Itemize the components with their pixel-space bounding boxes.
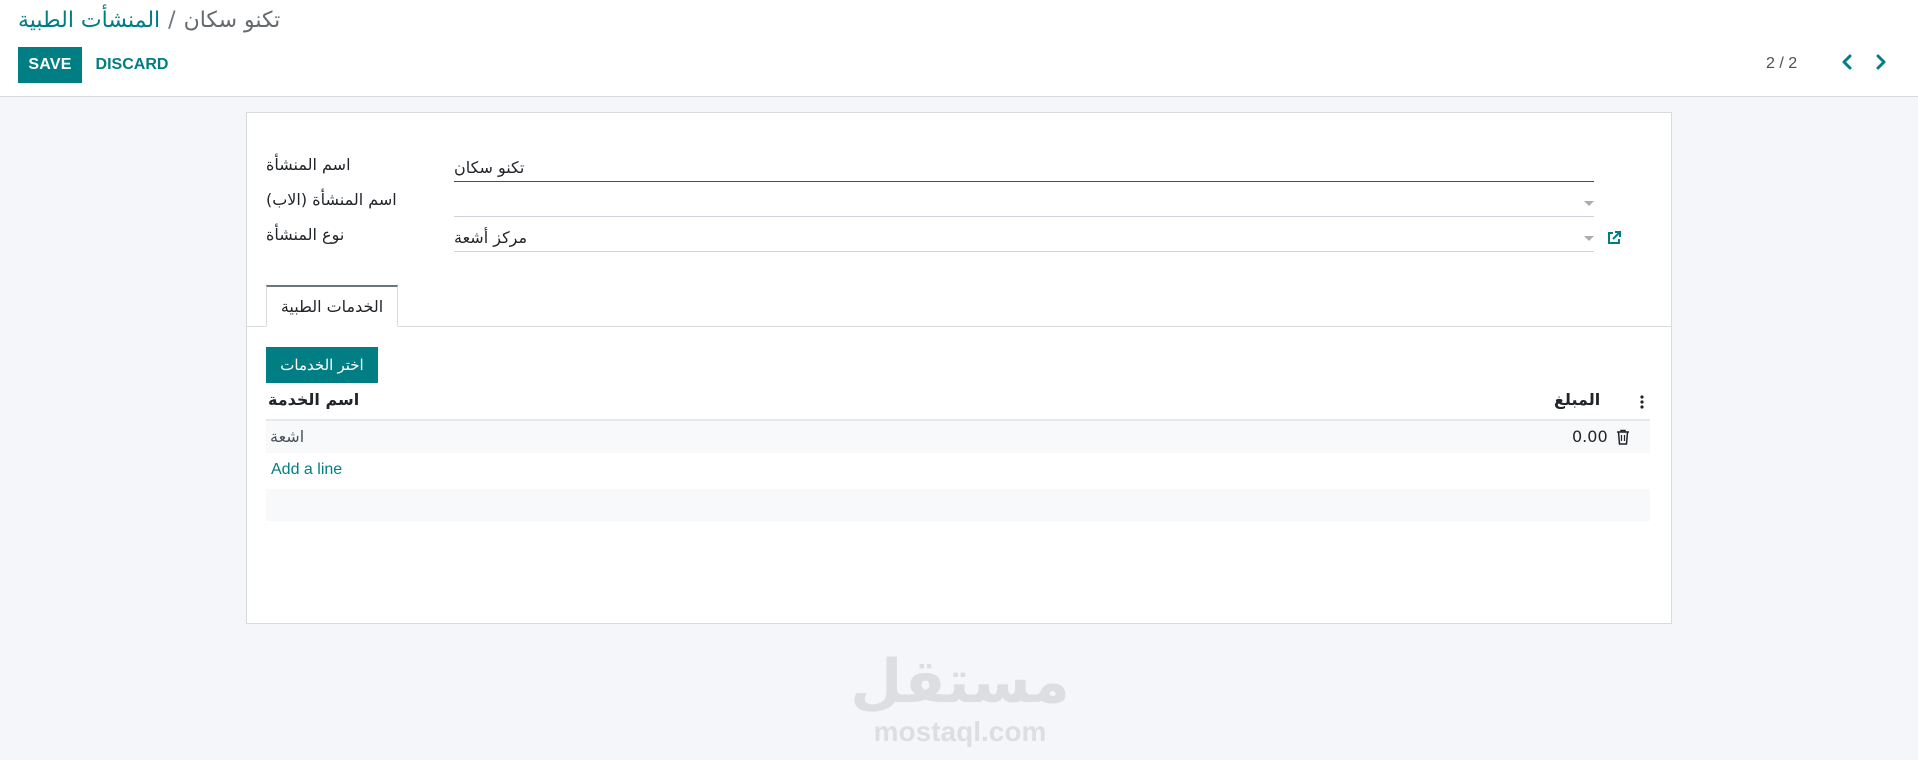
empty-table-row bbox=[266, 489, 1650, 521]
chevron-left-icon bbox=[1841, 54, 1853, 74]
watermark-latin: mostaql.com bbox=[873, 716, 1047, 747]
breadcrumb-current: تكنو سكان bbox=[183, 7, 281, 33]
parent-facility-label: اسم المنشأة (الاب) bbox=[266, 190, 397, 209]
save-button[interactable]: SAVE bbox=[18, 47, 82, 83]
facility-name-label: اسم المنشأة bbox=[266, 155, 351, 174]
watermark-arabic: مستقل bbox=[850, 647, 1070, 717]
facility-type-label: نوع المنشأة bbox=[266, 225, 345, 244]
tabs-divider bbox=[247, 326, 1671, 327]
caret-down-icon bbox=[1584, 236, 1594, 241]
watermark-logo: مستقل mostaql.com bbox=[850, 648, 1069, 748]
discard-button[interactable]: DISCARD bbox=[88, 47, 176, 83]
control-panel: المنشأت الطبية / تكنو سكان SAVE DISCARD … bbox=[0, 0, 1918, 97]
pager-next-button[interactable] bbox=[1866, 50, 1896, 78]
tab-medical-services[interactable]: الخدمات الطبية bbox=[266, 285, 398, 327]
external-link-icon[interactable] bbox=[1604, 228, 1624, 248]
caret-down-icon bbox=[1584, 201, 1594, 206]
parent-facility-select[interactable] bbox=[454, 189, 1594, 217]
service-name-cell[interactable]: اشعة bbox=[270, 427, 304, 446]
chevron-right-icon bbox=[1875, 54, 1887, 74]
facility-name-value: تكنو سكان bbox=[454, 158, 525, 177]
amount-cell[interactable]: 0.00 bbox=[1572, 427, 1608, 446]
breadcrumb: المنشأت الطبية / تكنو سكان bbox=[18, 4, 280, 36]
facility-type-value: مركز أشعة bbox=[454, 228, 528, 247]
facility-type-select[interactable]: مركز أشعة bbox=[454, 224, 1594, 252]
table-row[interactable]: اشعة 0.00 bbox=[266, 421, 1650, 453]
pager-value[interactable]: 2 / 2 bbox=[1766, 50, 1797, 78]
add-line-link[interactable]: Add a line bbox=[271, 461, 342, 479]
pager-previous-button[interactable] bbox=[1832, 50, 1862, 78]
choose-services-button[interactable]: اختر الخدمات bbox=[266, 347, 378, 383]
breadcrumb-parent[interactable]: المنشأت الطبية bbox=[18, 8, 160, 33]
column-header-service-name[interactable]: اسم الخدمة bbox=[268, 390, 359, 409]
facility-name-input[interactable]: تكنو سكان bbox=[454, 154, 1594, 182]
breadcrumb-separator: / bbox=[168, 7, 176, 33]
trash-icon[interactable] bbox=[1616, 429, 1630, 445]
column-header-amount[interactable]: المبلغ bbox=[1554, 390, 1600, 409]
vertical-dots-icon[interactable] bbox=[1636, 392, 1648, 412]
